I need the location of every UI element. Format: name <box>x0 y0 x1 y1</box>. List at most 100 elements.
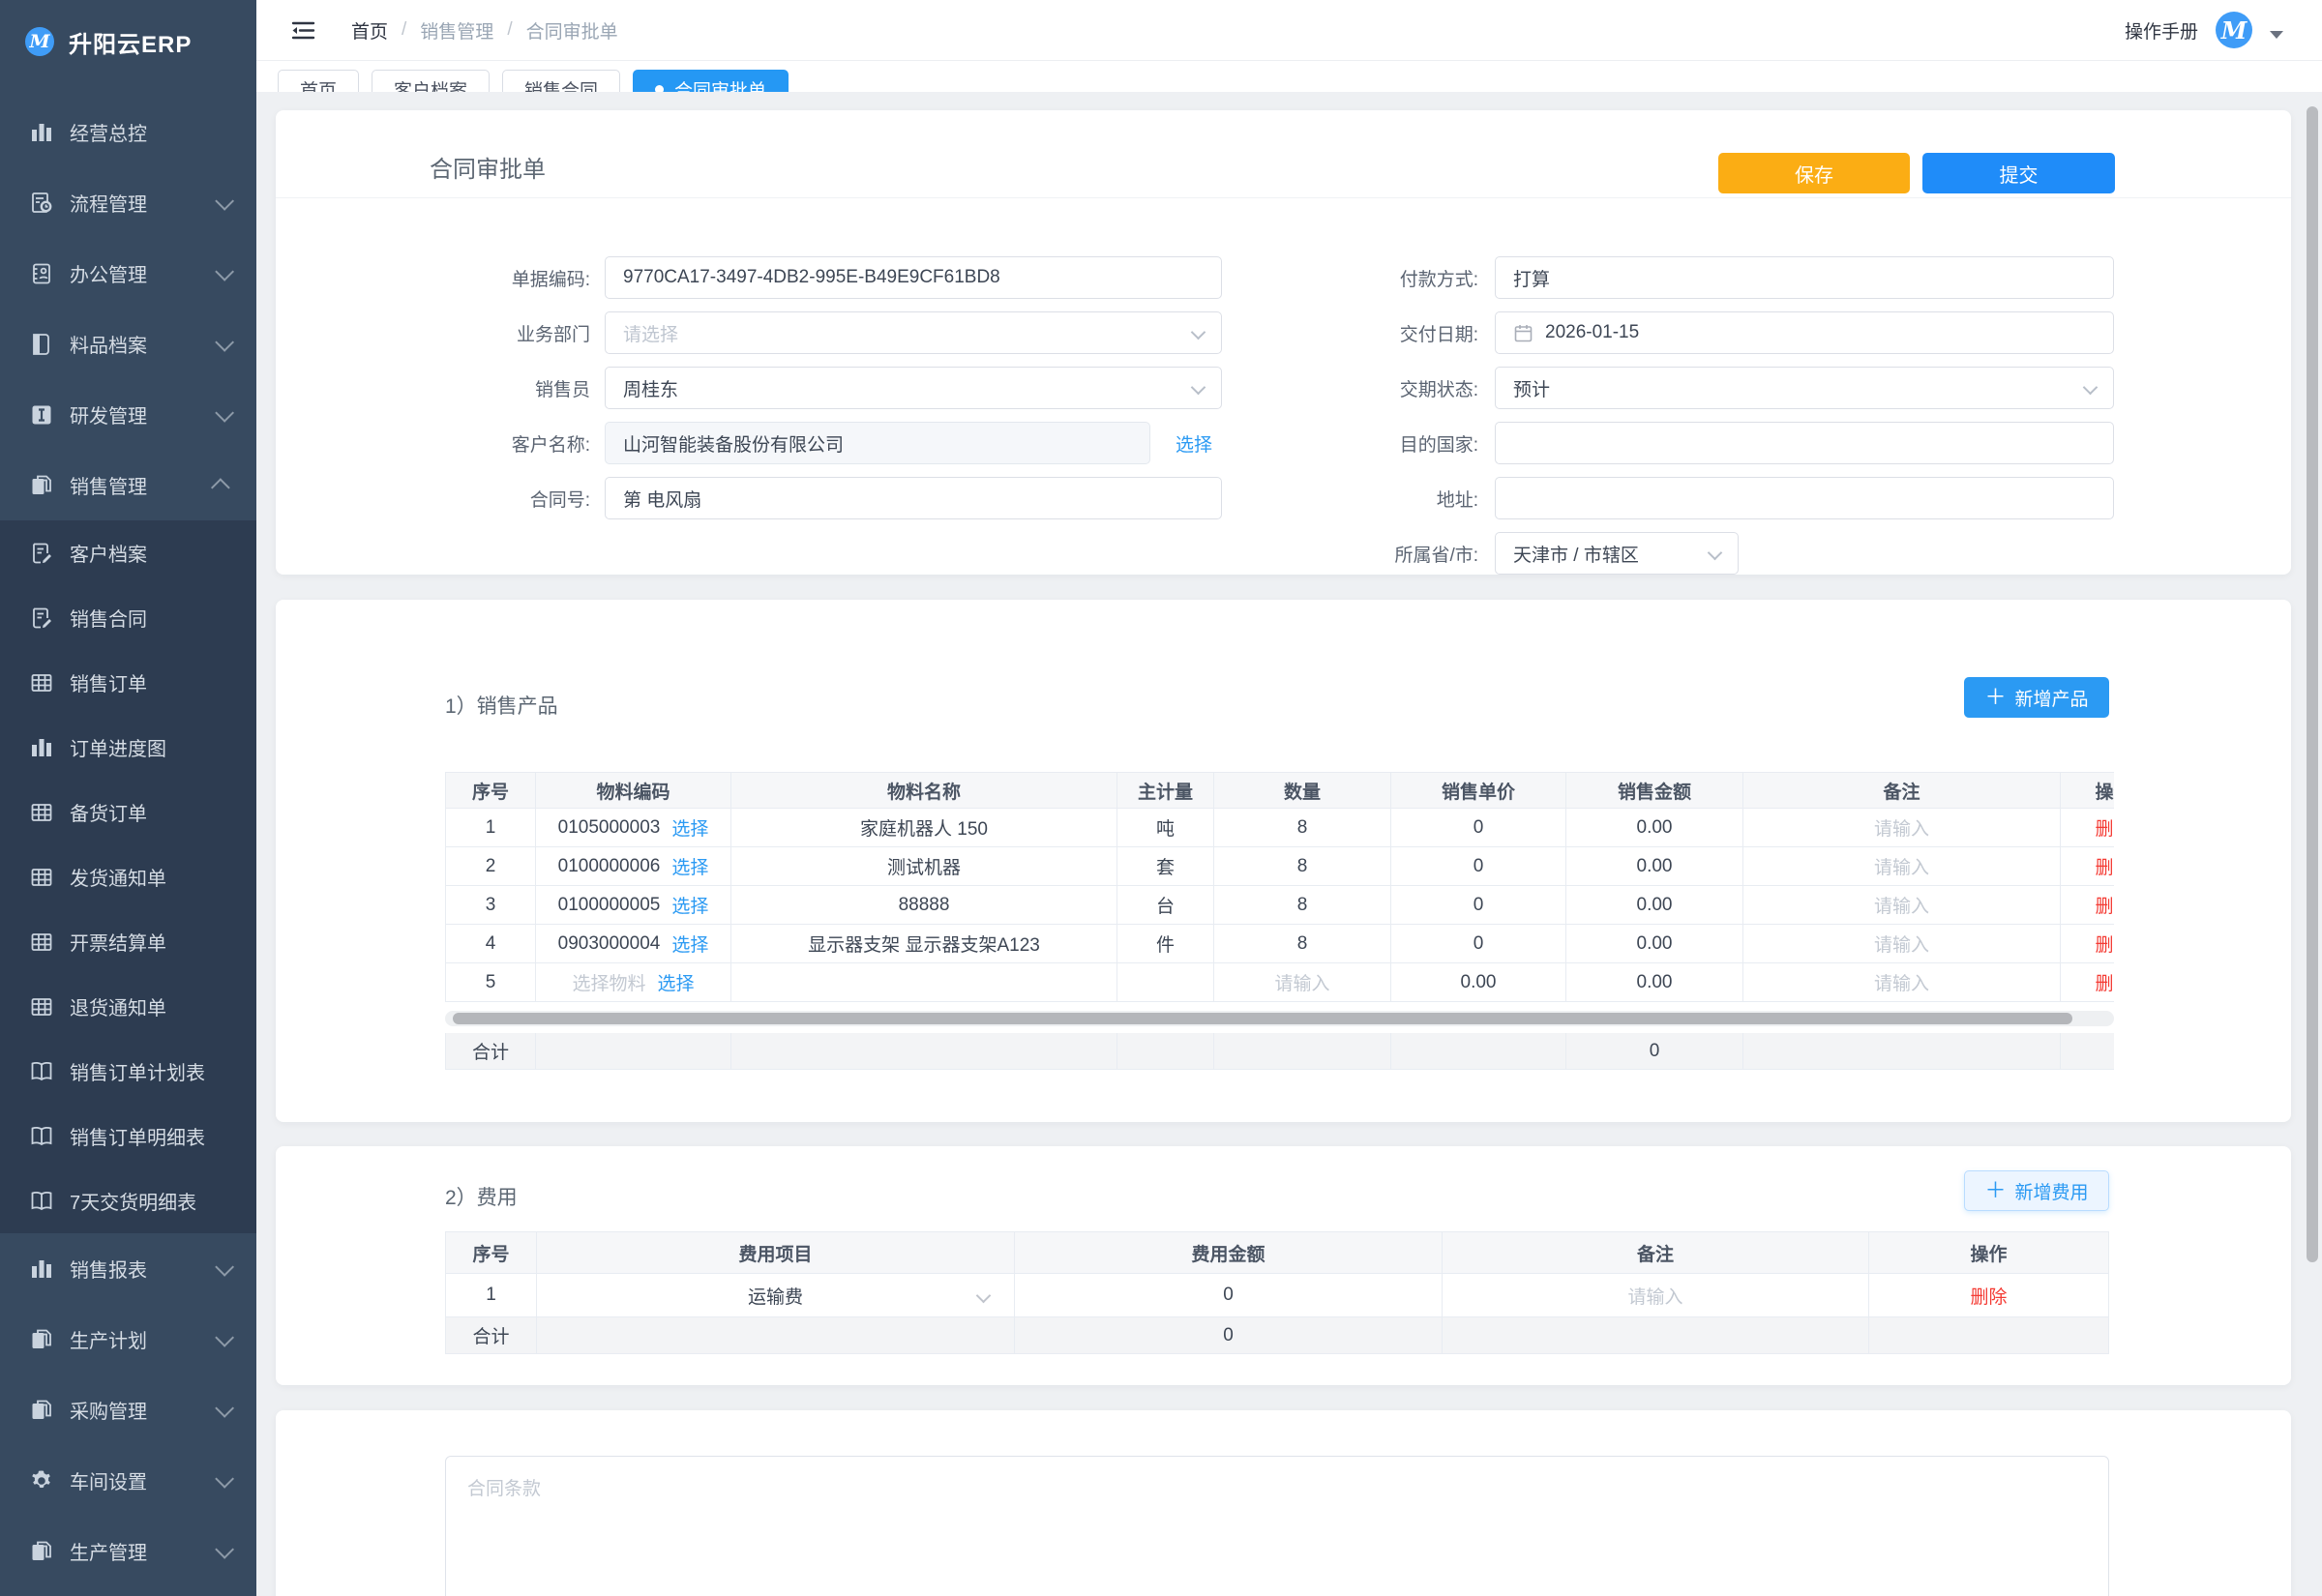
cell-material-code[interactable]: 选择物料选择 <box>536 963 731 1002</box>
cell-qty[interactable]: 8 <box>1214 886 1391 925</box>
chevron-down-icon <box>215 191 234 210</box>
sidebar-item-10[interactable]: 备货订单 <box>0 780 256 844</box>
cell-price[interactable]: 0 <box>1391 886 1566 925</box>
column-header: 备注 <box>1743 772 2061 809</box>
delete-link[interactable]: 删除 <box>2095 892 2114 918</box>
tab-1[interactable]: 客户档案 <box>372 70 490 92</box>
cell-amount: 0.00 <box>1566 886 1743 925</box>
add-product-button[interactable]: ＋新增产品 <box>1964 677 2109 718</box>
field-readonly-input[interactable]: 山河智能装备股份有限公司 <box>605 422 1150 464</box>
pick-material-link[interactable]: 选择 <box>658 969 695 995</box>
chart-bar-icon <box>29 735 54 760</box>
save-button[interactable]: 保存 <box>1718 153 1910 193</box>
cell-remark[interactable]: 请输入 <box>1443 1274 1869 1317</box>
chevron-down-icon <box>215 261 234 281</box>
cell-fee-item-select[interactable]: 运输费 <box>537 1274 1015 1317</box>
vertical-scrollbar[interactable] <box>2306 103 2319 1583</box>
pick-material-link[interactable]: 选择 <box>671 853 708 879</box>
cell-material-code[interactable]: 0105000003选择 <box>536 809 731 847</box>
sidebar-item-7[interactable]: 销售合同 <box>0 585 256 650</box>
sidebar-item-0[interactable]: 经营总控 <box>0 97 256 167</box>
submit-button[interactable]: 提交 <box>1922 153 2115 193</box>
field-select[interactable]: 周桂东 <box>605 367 1222 409</box>
cell-remark[interactable]: 请输入 <box>1743 886 2061 925</box>
sidebar-item-9[interactable]: 订单进度图 <box>0 715 256 780</box>
sidebar-item-1[interactable]: 流程管理 <box>0 167 256 238</box>
field-date-input[interactable]: 2026-01-15 <box>1495 311 2114 354</box>
field-select[interactable]: 天津市 / 市辖区 <box>1495 532 1739 575</box>
pick-material-link[interactable]: 选择 <box>671 892 708 918</box>
field-label: 地址: <box>1333 486 1478 512</box>
chevron-down-icon <box>2083 380 2099 396</box>
field-input[interactable] <box>1495 422 2114 464</box>
tab-0[interactable]: 首页 <box>278 70 359 92</box>
field-input[interactable] <box>1495 477 2114 519</box>
delete-link[interactable]: 删除 <box>2095 931 2114 957</box>
add-fee-button[interactable]: ＋新增费用 <box>1964 1170 2109 1211</box>
sidebar-item-20[interactable]: 车间设置 <box>0 1445 256 1516</box>
field-value: 预计 <box>1513 375 1550 401</box>
form-column-left: 单据编码:9770CA17-3497-4DB2-995E-B49E9CF61BD… <box>445 256 1222 532</box>
delete-link[interactable]: 删除 <box>2095 969 2114 995</box>
tab-2[interactable]: 销售合同 <box>502 70 620 92</box>
cell-qty[interactable]: 请输入 <box>1214 963 1391 1002</box>
sidebar-item-18[interactable]: 生产计划 <box>0 1304 256 1374</box>
cell-remark[interactable]: 请输入 <box>1743 847 2061 886</box>
sidebar-item-16[interactable]: 7天交货明细表 <box>0 1168 256 1233</box>
sidebar-item-17[interactable]: 销售报表 <box>0 1233 256 1304</box>
sidebar-item-14[interactable]: 销售订单计划表 <box>0 1039 256 1104</box>
cell-price[interactable]: 0 <box>1391 847 1566 886</box>
cell-price[interactable]: 0.00 <box>1391 963 1566 1002</box>
cell-fee-amount[interactable]: 0 <box>1015 1274 1443 1317</box>
delete-link[interactable]: 删除 <box>1970 1283 2007 1309</box>
menu-fold-icon[interactable] <box>290 17 316 44</box>
cell-price[interactable]: 0 <box>1391 809 1566 847</box>
pick-material-link[interactable]: 选择 <box>671 814 708 841</box>
field-value: 周桂东 <box>623 375 678 401</box>
sidebar-item-2[interactable]: 办公管理 <box>0 238 256 309</box>
sidebar-item-8[interactable]: 销售订单 <box>0 650 256 715</box>
cell-qty[interactable]: 8 <box>1214 847 1391 886</box>
delete-link[interactable]: 删除 <box>2095 814 2114 841</box>
sidebar-item-22[interactable]: 加工车间 <box>0 1586 256 1596</box>
cell-qty[interactable]: 8 <box>1214 809 1391 847</box>
sidebar-item-15[interactable]: 销售订单明细表 <box>0 1104 256 1168</box>
cell-remark[interactable]: 请输入 <box>1743 809 2061 847</box>
sidebar-item-4[interactable]: 研发管理 <box>0 379 256 450</box>
field-input[interactable]: 打算 <box>1495 256 2114 299</box>
cell-price[interactable]: 0 <box>1391 925 1566 963</box>
tab-3[interactable]: 合同审批单 <box>633 70 789 92</box>
field-select[interactable]: 预计 <box>1495 367 2114 409</box>
cell-qty[interactable]: 8 <box>1214 925 1391 963</box>
sidebar-item-5[interactable]: 销售管理 <box>0 450 256 520</box>
sidebar-item-19[interactable]: 采购管理 <box>0 1374 256 1445</box>
cell-material-code[interactable]: 0903000004选择 <box>536 925 731 963</box>
pages-icon <box>29 1327 54 1352</box>
contract-terms-textarea[interactable] <box>445 1456 2109 1596</box>
remark-placeholder: 请输入 <box>1874 814 1929 841</box>
sidebar-item-6[interactable]: 客户档案 <box>0 520 256 585</box>
field-input[interactable]: 第 电风扇 <box>605 477 1222 519</box>
sidebar-item-13[interactable]: 退货通知单 <box>0 974 256 1039</box>
cell-remark[interactable]: 请输入 <box>1743 963 2061 1002</box>
delete-link[interactable]: 删除 <box>2095 853 2114 879</box>
cell-remark[interactable]: 请输入 <box>1743 925 2061 963</box>
table-icon <box>29 800 54 825</box>
breadcrumb-item-0[interactable]: 首页 <box>351 17 388 44</box>
footer-cell <box>536 1033 731 1070</box>
avatar[interactable]: M <box>2216 12 2252 48</box>
horizontal-scrollbar[interactable] <box>445 1011 2114 1026</box>
sidebar-item-12[interactable]: 开票结算单 <box>0 909 256 974</box>
field-select[interactable]: 请选择 <box>605 311 1222 354</box>
chevron-down-icon[interactable] <box>2270 31 2283 39</box>
field-input[interactable]: 9770CA17-3497-4DB2-995E-B49E9CF61BD8 <box>605 256 1222 299</box>
cell-seq: 1 <box>445 1274 537 1317</box>
manual-link[interactable]: 操作手册 <box>2125 17 2198 44</box>
pick-customer-link[interactable]: 选择 <box>1176 430 1212 457</box>
cell-material-code[interactable]: 0100000005选择 <box>536 886 731 925</box>
cell-material-code[interactable]: 0100000006选择 <box>536 847 731 886</box>
sidebar-item-3[interactable]: 料品档案 <box>0 309 256 379</box>
sidebar-item-21[interactable]: 生产管理 <box>0 1516 256 1586</box>
sidebar-item-11[interactable]: 发货通知单 <box>0 844 256 909</box>
pick-material-link[interactable]: 选择 <box>671 931 708 957</box>
